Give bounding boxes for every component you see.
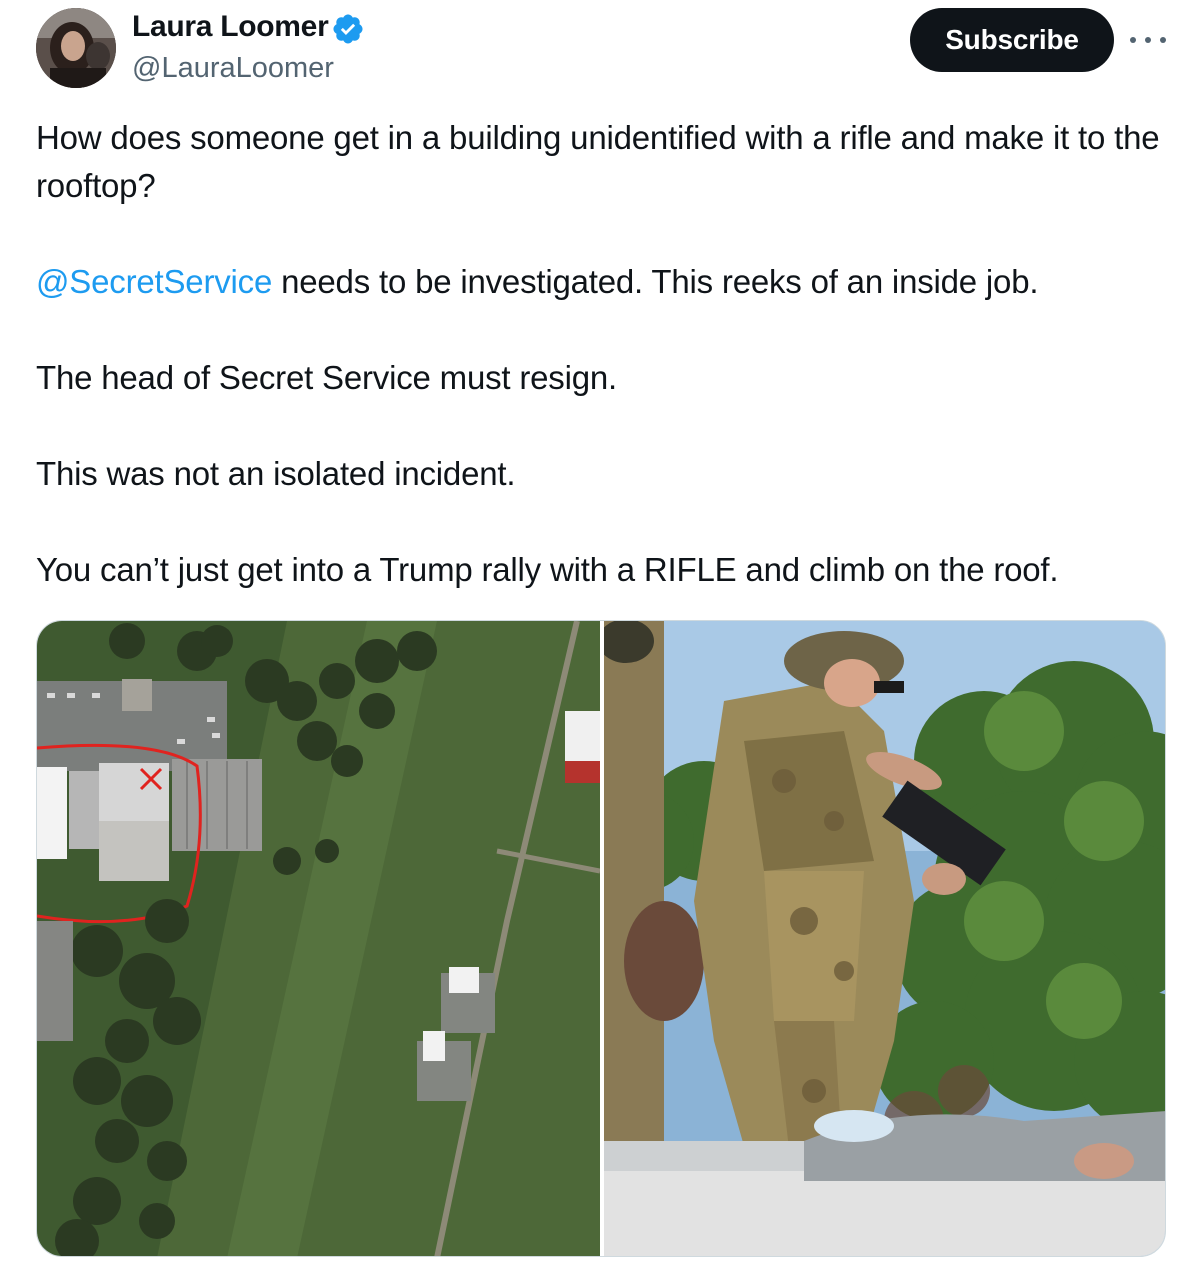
tweet-paragraph: @SecretService needs to be investigated.… (36, 258, 1166, 306)
dot (1130, 37, 1136, 43)
avatar-photo-icon (36, 8, 116, 88)
mention-link[interactable]: @SecretService (36, 263, 272, 300)
tweet-paragraph: You can’t just get into a Trump rally wi… (36, 551, 1059, 588)
media-grid (36, 620, 1166, 1257)
media-image-aerial[interactable] (37, 621, 600, 1256)
tweet-text: How does someone get in a building unide… (36, 114, 1166, 594)
tweet-paragraph: How does someone get in a building unide… (36, 119, 1160, 204)
media-image-rooftop[interactable] (604, 621, 1165, 1256)
aerial-photo (37, 621, 600, 1256)
dot (1145, 37, 1151, 43)
rooftop-photo (604, 621, 1165, 1256)
author-name[interactable]: Laura Loomer (132, 10, 329, 44)
dot (1160, 37, 1166, 43)
avatar[interactable] (36, 8, 116, 88)
tweet-paragraph: The head of Secret Service must resign. (36, 359, 617, 396)
tweet-text-span: needs to be investigated. This reeks of … (272, 263, 1039, 300)
tweet: Laura Loomer @LauraLoomer Subscribe How … (0, 0, 1180, 1274)
verified-badge-icon (333, 14, 363, 44)
tweet-paragraph: This was not an isolated incident. (36, 455, 516, 492)
more-options-icon[interactable] (1130, 28, 1166, 52)
author-handle[interactable]: @LauraLoomer (132, 52, 334, 85)
subscribe-button[interactable]: Subscribe (910, 8, 1114, 72)
